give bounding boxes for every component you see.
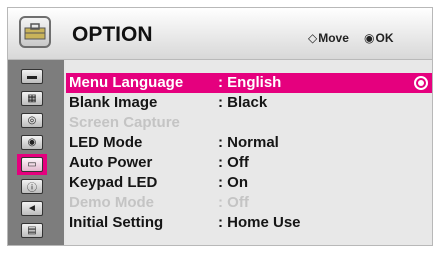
input-icon: ◄ [21, 200, 43, 216]
menu-item-blank-image[interactable]: Blank Image : Black [66, 93, 432, 113]
menu-item-menu-language[interactable]: Menu Language : English [66, 73, 432, 93]
menu-header: OPTION ◇Move ◉OK [8, 8, 432, 60]
menu-item-value: : Off [218, 154, 249, 171]
audio-icon: ▦ [21, 90, 43, 106]
tab-lock[interactable]: ◉ [20, 133, 44, 151]
menu-item-value: : Normal [218, 134, 279, 151]
move-hint: ◇Move [308, 31, 349, 45]
tab-audio[interactable]: ▦ [20, 89, 44, 107]
tab-picture[interactable]: ▬ [20, 67, 44, 85]
ok-button-icon: ◉ [364, 31, 375, 45]
picture-icon: ▬ [21, 68, 43, 84]
page-title: OPTION [72, 23, 153, 46]
menu-item-auto-power[interactable]: Auto Power : Off [66, 153, 432, 173]
selected-radio-icon [414, 76, 428, 90]
menu-item-value: : Off [218, 194, 249, 211]
option-toolbox-icon [19, 16, 51, 48]
menu-item-keypad-led[interactable]: Keypad LED : On [66, 173, 432, 193]
menu-item-label: Auto Power [69, 154, 153, 171]
menu-item-value: : Home Use [218, 214, 301, 231]
menu-item-demo-mode: Demo Mode : Off [66, 193, 432, 213]
menu-item-label: LED Mode [69, 134, 143, 151]
menu-item-label: Blank Image [69, 94, 158, 111]
tab-option[interactable]: ▭ [17, 154, 47, 175]
option-menu-list: Menu Language : English Blank Image : Bl… [66, 60, 432, 245]
menu-item-label: Menu Language [69, 74, 184, 91]
tab-info[interactable]: ⓘ [20, 177, 44, 195]
tab-time[interactable]: ◎ [20, 111, 44, 129]
menu-item-initial-setting[interactable]: Initial Setting : Home Use [66, 213, 432, 233]
menu-item-label: Initial Setting [69, 214, 164, 231]
menu-item-led-mode[interactable]: LED Mode : Normal [66, 133, 432, 153]
tab-usb[interactable]: ▤ [20, 221, 44, 239]
menu-item-label: Demo Mode [69, 194, 155, 211]
menu-item-screen-capture: Screen Capture [66, 113, 432, 133]
info-icon: ⓘ [21, 178, 43, 194]
tab-input[interactable]: ◄ [20, 199, 44, 217]
ok-hint-label: OK [375, 31, 394, 45]
menu-item-value: : Black [218, 94, 268, 111]
menu-item-value: : On [218, 174, 248, 191]
menu-item-label: Keypad LED [69, 174, 158, 191]
navigate-arrows-icon: ◇ [308, 31, 318, 45]
menu-item-value: : English [218, 74, 282, 91]
move-hint-label: Move [318, 31, 349, 45]
menu-item-label: Screen Capture [69, 114, 180, 131]
ok-hint: ◉OK [364, 31, 393, 45]
osd-menu-window: OPTION ◇Move ◉OK ▬ ▦ ◎ ◉ ▭ ⓘ ◄ ▤ Menu La… [7, 7, 433, 246]
lock-icon: ◉ [21, 134, 43, 150]
option-icon: ▭ [21, 157, 43, 172]
time-icon: ◎ [21, 112, 43, 128]
usb-icon: ▤ [21, 222, 43, 238]
category-sidebar: ▬ ▦ ◎ ◉ ▭ ⓘ ◄ ▤ [8, 60, 64, 245]
